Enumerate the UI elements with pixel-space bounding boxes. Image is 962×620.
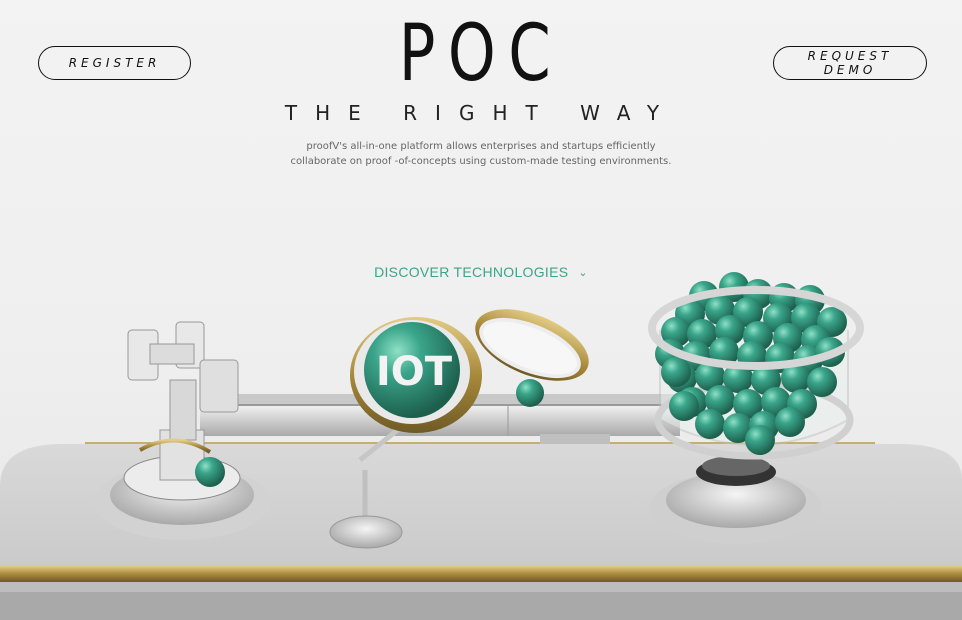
iot-lens-label: IOT [376, 349, 453, 395]
secondary-lens [475, 309, 589, 407]
green-sphere [745, 425, 775, 455]
green-sphere [669, 391, 699, 421]
green-sphere [661, 357, 691, 387]
green-sphere [775, 407, 805, 437]
machine-illustration: IOT [0, 272, 962, 620]
green-sphere [695, 409, 725, 439]
